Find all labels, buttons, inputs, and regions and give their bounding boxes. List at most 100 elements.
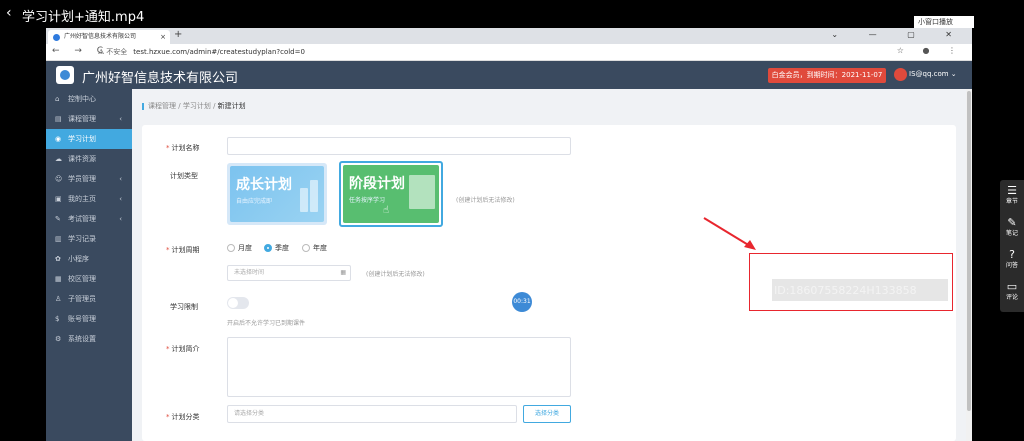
radio-yearly[interactable]: 年度 [302, 243, 327, 253]
address-bar-icons[interactable]: ☆ ● ⋮ [897, 46, 964, 55]
sidebar-item-label: 账号管理 [68, 315, 96, 323]
sidebar-item-2[interactable]: ◉ 学习计划 [46, 129, 136, 149]
sidebar-item-1[interactable]: ▤ 课程管理 ‹ [46, 109, 132, 129]
side-panel-label: 问答 [1005, 262, 1018, 269]
sidebar-item-7[interactable]: ▥ 学习记录 [46, 229, 132, 249]
browser-window: 广州好智信息技术有限公司 × + ⌄ — ▢ ✕ ← → C ⚠ 不安全 test.… [46, 28, 972, 441]
radio-monthly[interactable]: 月度 [227, 243, 252, 253]
chevron-left-icon[interactable]: ‹ [6, 5, 12, 21]
browser-tab[interactable]: 广州好智信息技术有限公司 × [48, 30, 170, 44]
side-panel-icon: ✎ [1007, 216, 1017, 229]
sidebar-item-6[interactable]: ✎ 考试管理 ‹ [46, 209, 132, 229]
tab-title: 广州好智信息技术有限公司 [64, 33, 137, 40]
tab-bar: 广州好智信息技术有限公司 × + ⌄ — ▢ ✕ [46, 28, 972, 44]
player-top-bar: ‹ 学习计划+通知.mp4 [0, 0, 1024, 28]
plan-cycle-label: * 计划周期 [166, 246, 200, 254]
side-panel-item-3[interactable]: ▭ 评论 [1000, 280, 1024, 302]
limit-hint: 开启后不允许学习已到期课件 [227, 320, 306, 327]
url-field[interactable]: ⚠ 不安全 test.hzxue.com/admin#/createstudypla… [98, 47, 305, 57]
sidebar-item-icon: ▦ [55, 275, 62, 283]
sidebar-item-icon: ♙ [55, 295, 62, 303]
growth-plan-title: 成长计划 [236, 177, 292, 193]
page-scrollbar[interactable] [966, 89, 972, 441]
side-panel-item-0[interactable]: ☰ 章节 [1000, 184, 1024, 206]
breadcrumb-current: 新建计划 [217, 102, 246, 110]
side-panel-label: 评论 [1005, 294, 1018, 301]
sidebar-item-11[interactable]: $ 账号管理 [46, 309, 132, 329]
video-title: 学习计划+通知.mp4 [22, 10, 145, 25]
sidebar-item-label: 学习计划 [68, 135, 96, 143]
sidebar-item-10[interactable]: ♙ 子管理员 [46, 289, 132, 309]
side-panel-item-1[interactable]: ✎ 笔记 [1000, 216, 1024, 238]
cycle-radio-group: 月度 季度 年度 [227, 243, 367, 255]
study-limit-toggle[interactable] [227, 297, 249, 309]
sidebar-item-icon: ✎ [55, 215, 61, 223]
sidebar-item-label: 学员管理 [68, 175, 96, 183]
company-name: 广州好智信息技术有限公司 [82, 71, 239, 86]
sidebar-item-3[interactable]: ☁ 课件资源 [46, 149, 132, 169]
tab-close-icon[interactable]: × [160, 30, 166, 44]
sidebar-item-4[interactable]: ☺ 学员管理 ‹ [46, 169, 132, 189]
sidebar-item-label: 课程管理 [68, 115, 96, 123]
sidebar-item-5[interactable]: ▣ 我的主页 ‹ [46, 189, 132, 209]
window-controls[interactable]: ⌄ — ▢ ✕ [831, 30, 966, 39]
mini-window-close-icon[interactable]: × [964, 16, 972, 26]
sidebar-item-label: 系统设置 [68, 335, 96, 343]
pointer-icon: ☝ [383, 205, 390, 216]
side-panel-label: 笔记 [1005, 230, 1018, 237]
cycle-hint: (创建计划后无法修改) [366, 271, 425, 278]
sidebar-item-label: 小程序 [68, 255, 89, 263]
sidebar-item-icon: ◉ [55, 135, 62, 143]
app-header: 广州好智信息技术有限公司 白金会员，到期时间：2021-11-07 IS@qq.… [46, 61, 972, 89]
warning-icon: ⚠ [98, 48, 105, 56]
stage-plan-card[interactable]: 阶段计划 任务按序学习 ☝ [339, 161, 443, 227]
sidebar-item-label: 我的主页 [68, 195, 96, 203]
side-panel-icon: ▭ [1006, 280, 1018, 293]
sidebar-item-icon: ⚙ [55, 335, 62, 343]
category-input[interactable]: 请选择分类 [227, 405, 517, 423]
red-arrow-annotation [703, 217, 756, 250]
plan-name-label: * 计划名称 [166, 144, 200, 152]
side-panel-icon: ☰ [1007, 184, 1017, 197]
watermark-text: ID:18607558224H133858 [774, 284, 917, 297]
growth-plan-card[interactable]: 成长计划 自由应完成即 [227, 163, 327, 225]
plan-intro-textarea[interactable] [227, 337, 571, 397]
type-hint: (创建计划后无法修改) [456, 197, 515, 204]
insecure-label: 不安全 [106, 48, 128, 56]
user-menu[interactable]: IS@qq.com ⌄ [909, 70, 957, 78]
chevron-icon: ‹ [119, 175, 122, 183]
sidebar-item-label: 学习记录 [68, 235, 96, 243]
sidebar-item-12[interactable]: ⚙ 系统设置 [46, 329, 132, 349]
sidebar-item-0[interactable]: ⌂ 控制中心 [46, 89, 132, 109]
calendar-icon: ▦ [340, 269, 346, 276]
sidebar-item-9[interactable]: ▦ 校区管理 [46, 269, 132, 289]
favicon-icon [53, 34, 60, 41]
url-text: test.hzxue.com/admin#/createstudyplan?co… [133, 48, 305, 56]
sidebar-item-icon: ▤ [55, 115, 62, 123]
watermark-highlight-box: ID:18607558224H133858 [749, 253, 953, 311]
chevron-icon: ‹ [119, 195, 122, 203]
breadcrumb-plan[interactable]: 学习计划 [183, 102, 211, 110]
sidebar-item-8[interactable]: ✿ 小程序 [46, 249, 132, 269]
side-panel-item-2[interactable]: ? 问答 [1000, 248, 1024, 270]
video-timer-badge: 00:31 [512, 292, 532, 312]
growth-plan-subtitle: 自由应完成即 [236, 198, 273, 205]
stage-plan-subtitle: 任务按序学习 [349, 197, 386, 204]
sidebar-item-label: 控制中心 [68, 95, 96, 103]
address-bar: ← → C ⚠ 不安全 test.hzxue.com/admin#/createst… [46, 44, 972, 61]
date-placeholder: 未选择时间 [234, 269, 265, 276]
sidebar-item-icon: ✿ [55, 255, 61, 263]
sidebar-item-icon: ▥ [55, 235, 62, 243]
sidebar-item-label: 子管理员 [68, 295, 96, 303]
plan-name-input[interactable] [227, 137, 571, 155]
new-tab-button[interactable]: + [174, 29, 182, 40]
sidebar-item-label: 考试管理 [68, 215, 96, 223]
avatar[interactable] [894, 68, 907, 81]
radio-quarterly[interactable]: 季度 [264, 243, 289, 253]
sidebar-item-label: 校区管理 [68, 275, 96, 283]
date-picker[interactable]: 未选择时间 ▦ [227, 265, 351, 281]
chevron-icon: ‹ [119, 215, 122, 223]
breadcrumb-course[interactable]: 课程管理 [148, 102, 176, 110]
select-category-button[interactable]: 选择分类 [523, 405, 571, 423]
plan-category-label: * 计划分类 [166, 413, 200, 421]
